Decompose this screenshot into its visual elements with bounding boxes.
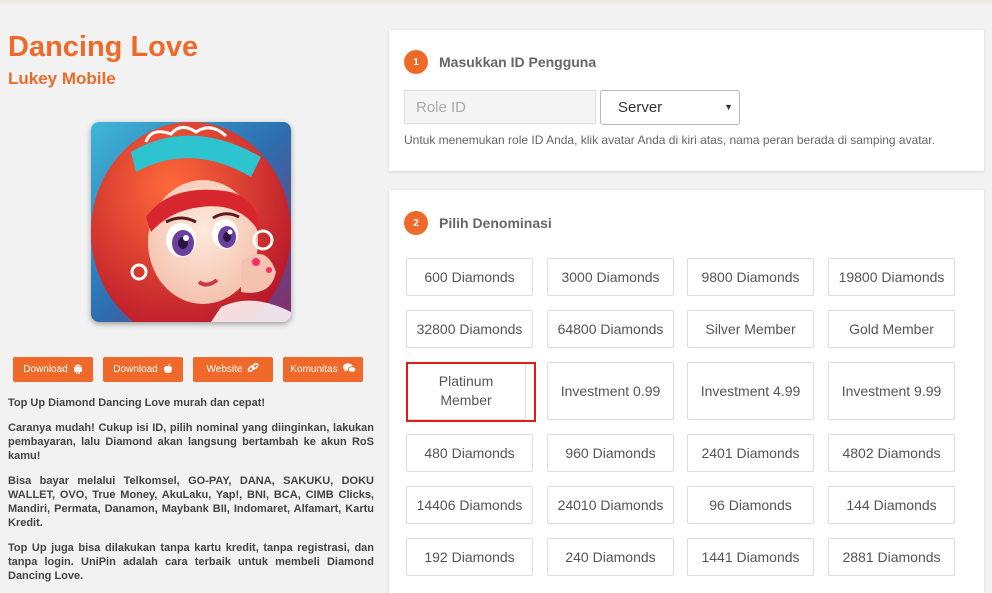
server-select[interactable]: Server ▼ [600, 90, 740, 125]
external-links: Download Download Website Komunitas [13, 357, 373, 382]
denomination-option[interactable]: 2401 Diamonds [687, 434, 814, 472]
download-ios-button[interactable]: Download [103, 357, 183, 382]
denomination-option[interactable]: 4802 Diamonds [828, 434, 955, 472]
description-paragraph: Bisa bayar melalui Telkomsel, GO-PAY, DA… [8, 475, 374, 529]
game-publisher: Lukey Mobile [8, 69, 116, 88]
denomination-option[interactable]: 1441 Diamonds [687, 538, 814, 576]
denomination-option[interactable]: 240 Diamonds [547, 538, 674, 576]
apple-icon [163, 363, 173, 377]
denomination-option[interactable]: 600 Diamonds [406, 258, 533, 296]
denomination-option[interactable]: Platinum Member [406, 362, 526, 420]
denomination-option[interactable]: Gold Member [828, 310, 955, 348]
denomination-option[interactable]: Investment 9.99 [828, 362, 955, 420]
denomination-option[interactable]: 144 Diamonds [828, 486, 955, 524]
server-select-value: Server [618, 99, 663, 116]
denomination-option[interactable]: Silver Member [687, 310, 814, 348]
role-id-input[interactable] [404, 90, 596, 124]
website-button[interactable]: Website [193, 357, 273, 382]
description-paragraph: Top Up Diamond Dancing Love murah dan ce… [8, 397, 266, 409]
step-number-badge: 1 [404, 50, 428, 74]
top-bar [0, 0, 992, 6]
denomination-option[interactable]: 9800 Diamonds [687, 258, 814, 296]
denomination-option[interactable]: 32800 Diamonds [406, 310, 533, 348]
step-2-header: 2 Pilih Denominasi [404, 211, 552, 235]
denomination-option[interactable]: 64800 Diamonds [547, 310, 674, 348]
step-2-title: Pilih Denominasi [439, 215, 552, 231]
download-android-label: Download [23, 364, 68, 375]
denomination-option[interactable]: Investment 4.99 [687, 362, 814, 420]
community-label: Komunitas [290, 364, 338, 375]
step-1-header: 1 Masukkan ID Pengguna [404, 50, 596, 74]
android-icon [73, 363, 83, 377]
denomination-option[interactable]: 24010 Diamonds [547, 486, 674, 524]
website-label: Website [206, 364, 243, 375]
game-cover-image [91, 122, 291, 322]
chat-icon [342, 362, 356, 377]
game-description: Top Up Diamond Dancing Love murah dan ce… [8, 396, 374, 593]
description-paragraph: Caranya mudah! Cukup isi ID, pilih nomin… [8, 422, 374, 462]
download-android-button[interactable]: Download [13, 357, 93, 382]
dropdown-arrow-icon: ▼ [724, 102, 733, 112]
community-button[interactable]: Komunitas [283, 357, 363, 382]
denomination-option[interactable]: 3000 Diamonds [547, 258, 674, 296]
game-info: Dancing Love Lukey Mobile Download Downl… [8, 30, 376, 582]
game-title: Dancing Love [8, 31, 199, 63]
step-1-title: Masukkan ID Pengguna [439, 54, 597, 70]
denomination-option[interactable]: 96 Diamonds [687, 486, 814, 524]
denomination-option[interactable]: Investment 0.99 [547, 362, 674, 420]
denomination-option[interactable]: 192 Diamonds [406, 538, 533, 576]
denomination-option[interactable]: 480 Diamonds [406, 434, 533, 472]
denomination-option[interactable]: 960 Diamonds [547, 434, 674, 472]
link-icon [247, 362, 259, 377]
role-id-help-text: Untuk menemukan role ID Anda, klik avata… [404, 133, 935, 147]
download-ios-label: Download [113, 364, 158, 375]
step-number-badge: 2 [404, 211, 428, 235]
denomination-option[interactable]: 19800 Diamonds [828, 258, 955, 296]
description-paragraph: Top Up juga bisa dilakukan tanpa kartu k… [8, 542, 374, 582]
denomination-option[interactable]: 2881 Diamonds [828, 538, 955, 576]
denomination-option[interactable]: 14406 Diamonds [406, 486, 533, 524]
user-id-panel: 1 Masukkan ID Pengguna Server ▼ Untuk me… [389, 30, 984, 171]
